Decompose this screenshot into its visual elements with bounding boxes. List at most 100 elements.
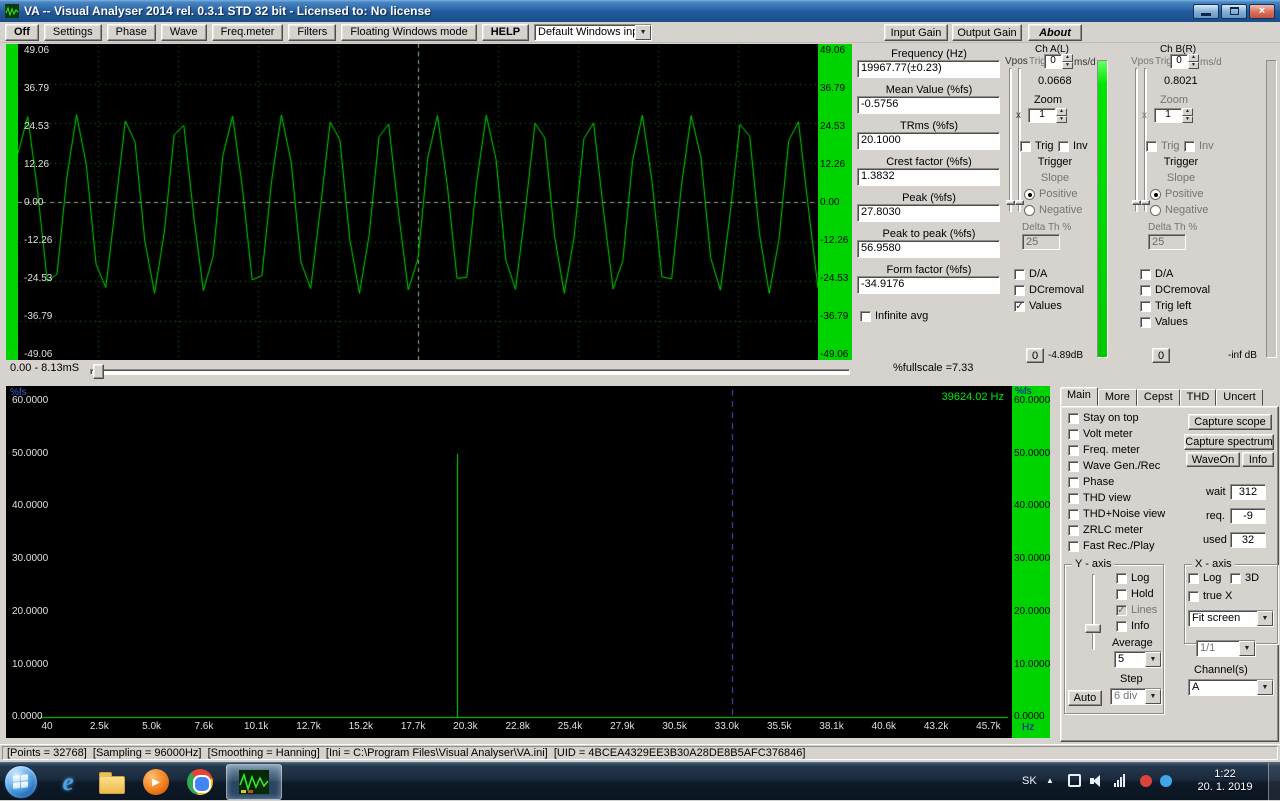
- hold-checkbox[interactable]: Hold: [1116, 588, 1154, 600]
- y-scale-slider[interactable]: [1092, 574, 1095, 650]
- capture-spectrum-button[interactable]: Capture spectrum: [1184, 434, 1274, 450]
- tab-cepst[interactable]: Cepst: [1137, 389, 1180, 406]
- stay-on-top-checkbox[interactable]: Stay on top: [1068, 412, 1139, 424]
- info-checkbox[interactable]: Info: [1116, 620, 1149, 632]
- about-button[interactable]: About: [1028, 24, 1082, 41]
- pen-input-icon[interactable]: [1068, 774, 1081, 787]
- spin-down-icon[interactable]: ▼: [1062, 62, 1073, 70]
- clock[interactable]: 1:22 20. 1. 2019: [1188, 768, 1262, 794]
- channel-a-trig-checkbox[interactable]: Trig: [1020, 140, 1054, 152]
- log-y-checkbox[interactable]: Log: [1116, 572, 1149, 584]
- spin-up-icon[interactable]: ▲: [1182, 108, 1193, 116]
- tab-uncert[interactable]: Uncert: [1216, 389, 1262, 406]
- fit-screen-select[interactable]: Fit screen▼: [1188, 610, 1274, 627]
- lines-checkbox[interactable]: ✓Lines: [1116, 604, 1157, 616]
- tab-main[interactable]: Main: [1060, 387, 1098, 406]
- file-explorer-button[interactable]: [94, 766, 130, 798]
- toolbar-phase-button[interactable]: Phase: [107, 24, 156, 41]
- channel-a-vpos-thumb[interactable]: [1006, 200, 1015, 205]
- fast-rec-play-checkbox[interactable]: Fast Rec./Play: [1068, 540, 1155, 552]
- channel-a-vpos-spinner[interactable]: 0 ▲▼: [1044, 54, 1073, 69]
- spin-up-icon[interactable]: ▲: [1188, 54, 1199, 62]
- wave-gen-rec-checkbox[interactable]: Wave Gen./Rec: [1068, 460, 1160, 472]
- infinite-avg-checkbox[interactable]: Infinite avg: [860, 310, 928, 322]
- channel-a-trig-thumb[interactable]: [1015, 200, 1024, 205]
- channel-b-vpos-thumb[interactable]: [1132, 200, 1141, 205]
- channel-a-da-checkbox[interactable]: D/A: [1014, 268, 1047, 280]
- network-icon[interactable]: [1114, 774, 1125, 787]
- channel-a-values-checkbox[interactable]: ✓Values: [1014, 300, 1062, 312]
- chevron-down-icon[interactable]: ▼: [1257, 680, 1273, 695]
- channel-b-inv-checkbox[interactable]: Inv: [1184, 140, 1214, 152]
- channel-b-negative-radio[interactable]: Negative: [1150, 204, 1208, 216]
- channel-b-positive-radio[interactable]: Positive: [1150, 188, 1204, 200]
- media-player-button[interactable]: ▶: [138, 766, 174, 798]
- channel-a-dcremoval-checkbox[interactable]: DCremoval: [1014, 284, 1084, 296]
- toolbar-wave-button[interactable]: Wave: [161, 24, 207, 41]
- channel-b-trig-checkbox[interactable]: Trig: [1146, 140, 1180, 152]
- y-scale-slider-thumb[interactable]: [1085, 624, 1101, 633]
- toolbar-filters-button[interactable]: Filters: [288, 24, 336, 41]
- toolbar-off-button[interactable]: Off: [5, 24, 39, 41]
- toolbar-settings-button[interactable]: Settings: [44, 24, 102, 41]
- thd-noise-view-checkbox[interactable]: THD+Noise view: [1068, 508, 1165, 520]
- maximize-button[interactable]: [1221, 4, 1247, 19]
- close-button[interactable]: ×: [1249, 4, 1275, 19]
- spin-down-icon[interactable]: ▼: [1182, 116, 1193, 124]
- channel-b-zoom-spinner[interactable]: 1 ▲▼: [1154, 108, 1193, 123]
- channel-a-vpos-slider[interactable]: [1009, 68, 1012, 212]
- channel-b-trig-left-checkbox[interactable]: Trig left: [1140, 300, 1191, 312]
- 3d-checkbox[interactable]: 3D: [1230, 572, 1259, 584]
- chevron-down-icon[interactable]: ▼: [1239, 641, 1255, 656]
- wave-on-button[interactable]: WaveOn: [1186, 452, 1240, 467]
- channel-a-zoom-spinner[interactable]: 1 ▲▼: [1028, 108, 1067, 123]
- wait-input[interactable]: 312: [1230, 484, 1266, 500]
- channel-a-inv-checkbox[interactable]: Inv: [1058, 140, 1088, 152]
- tray-expand-icon[interactable]: ▲: [1046, 776, 1054, 785]
- channel-a-negative-radio[interactable]: Negative: [1024, 204, 1082, 216]
- capture-scope-button[interactable]: Capture scope: [1188, 414, 1272, 430]
- channel-b-da-checkbox[interactable]: D/A: [1140, 268, 1173, 280]
- toolbar-freqmeter-button[interactable]: Freq.meter: [212, 24, 284, 41]
- channel-a-delta-th-input[interactable]: 25: [1022, 234, 1060, 250]
- freq-meter-checkbox[interactable]: Freq. meter: [1068, 444, 1140, 456]
- tab-more[interactable]: More: [1098, 389, 1137, 406]
- internet-explorer-button[interactable]: e: [50, 766, 86, 798]
- start-button[interactable]: [4, 765, 38, 799]
- output-gain-button[interactable]: Output Gain: [952, 24, 1022, 41]
- ratio-select[interactable]: 1/1▼: [1196, 640, 1256, 657]
- step-select[interactable]: 6 div▼: [1110, 688, 1162, 705]
- scope-position-slider[interactable]: [90, 369, 850, 375]
- chevron-down-icon[interactable]: ▼: [635, 25, 651, 40]
- chrome-button[interactable]: [182, 766, 218, 798]
- spectrum-canvas[interactable]: [6, 386, 1012, 738]
- chevron-down-icon[interactable]: ▼: [1257, 611, 1273, 626]
- spin-up-icon[interactable]: ▲: [1062, 54, 1073, 62]
- used-input[interactable]: 32: [1230, 532, 1266, 548]
- security-tray-icon[interactable]: [1140, 775, 1152, 787]
- log-x-checkbox[interactable]: Log: [1188, 572, 1221, 584]
- toolbar-help-button[interactable]: HELP: [482, 24, 529, 41]
- input-device-select[interactable]: Default Windows inp ▼: [534, 24, 652, 41]
- visual-analyser-taskbar-button[interactable]: [226, 764, 282, 800]
- chevron-down-icon[interactable]: ▼: [1145, 652, 1161, 667]
- average-select[interactable]: 5▼: [1114, 651, 1162, 668]
- scope-slider-thumb[interactable]: [93, 364, 104, 379]
- thd-view-checkbox[interactable]: THD view: [1068, 492, 1131, 504]
- channel-b-trig-thumb[interactable]: [1141, 200, 1150, 205]
- channel-b-dcremoval-checkbox[interactable]: DCremoval: [1140, 284, 1210, 296]
- channel-b-delta-th-input[interactable]: 25: [1148, 234, 1186, 250]
- toolbar-floating-windows-button[interactable]: Floating Windows mode: [341, 24, 476, 41]
- channel-b-vpos-slider[interactable]: [1135, 68, 1138, 212]
- volt-meter-checkbox[interactable]: Volt meter: [1068, 428, 1133, 440]
- language-indicator[interactable]: SK: [1022, 775, 1037, 787]
- update-tray-icon[interactable]: [1160, 775, 1172, 787]
- spin-down-icon[interactable]: ▼: [1056, 116, 1067, 124]
- channel-b-vpos-spinner[interactable]: 0 ▲▼: [1170, 54, 1199, 69]
- tab-thd[interactable]: THD: [1180, 389, 1217, 406]
- channels-select[interactable]: A▼: [1188, 679, 1274, 696]
- zrlc-meter-checkbox[interactable]: ZRLC meter: [1068, 524, 1143, 536]
- input-gain-button[interactable]: Input Gain: [884, 24, 948, 41]
- spin-up-icon[interactable]: ▲: [1056, 108, 1067, 116]
- spin-down-icon[interactable]: ▼: [1188, 62, 1199, 70]
